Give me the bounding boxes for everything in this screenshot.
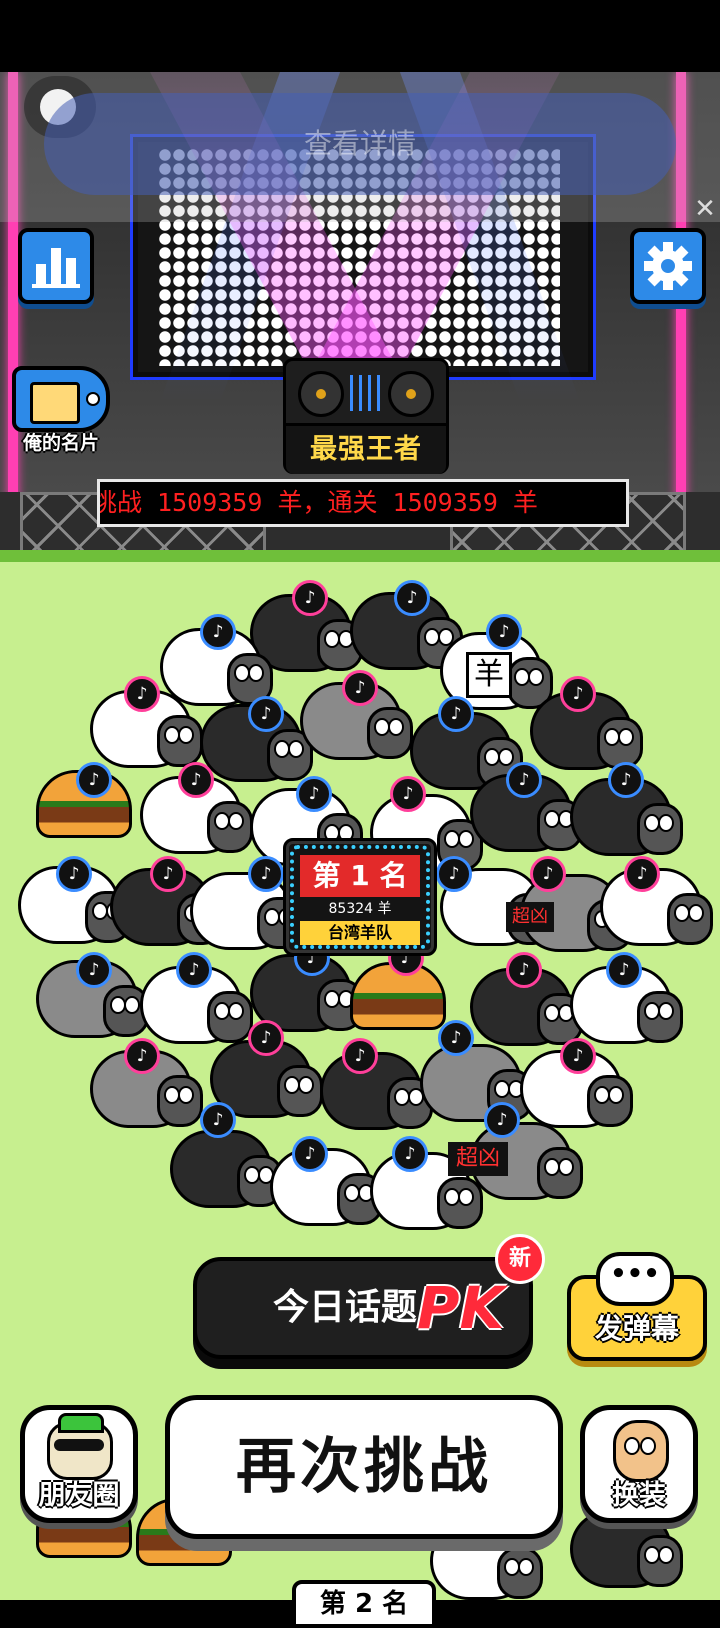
settings-button[interactable]	[630, 228, 706, 304]
send-danmu-label: 发弹幕	[594, 1312, 679, 1345]
chat-bubble-icon: •••	[596, 1252, 674, 1306]
view-details-button[interactable]: 查看详情	[44, 93, 676, 195]
tiktok-badge-icon: ♪	[292, 580, 328, 616]
tiktok-badge-icon: ♪	[506, 952, 542, 988]
tiktok-badge-icon: ♪	[342, 1038, 378, 1074]
tiktok-badge-icon: ♪	[124, 676, 160, 712]
tiktok-badge-icon: ♪	[56, 856, 92, 892]
rank-card[interactable]: 第 1 名 85324 羊 台湾羊队	[283, 838, 437, 956]
retry-label: 再次挑战	[236, 1432, 492, 1502]
bar-chart-icon	[32, 248, 80, 288]
tiktok-badge-icon: ♪	[150, 856, 186, 892]
dj-booth: 最强王者	[283, 358, 449, 474]
tiktok-badge-icon: ♪	[176, 952, 212, 988]
tiktok-badge-icon: ♪	[606, 952, 642, 988]
rank-2-card[interactable]: 第 2 名	[292, 1580, 436, 1628]
close-icon[interactable]: ✕	[692, 196, 718, 222]
super-fierce-sign: 超凶	[506, 902, 554, 932]
sheep	[170, 1130, 283, 1208]
tiktok-badge-icon: ♪	[124, 1038, 160, 1074]
moments-button[interactable]: 朋友圈	[20, 1405, 138, 1523]
tiktok-badge-icon: ♪	[438, 1020, 474, 1056]
moments-label: 朋友圈	[38, 1480, 120, 1511]
super-fierce-sign: 超凶	[448, 1142, 508, 1176]
new-badge: 新	[495, 1234, 545, 1284]
my-card-label: 俺的名片	[22, 432, 99, 454]
tiktok-badge-icon: ♪	[342, 670, 378, 706]
sheep-with-glasses-icon	[47, 1413, 113, 1480]
topic-pk-label: 今日话题	[272, 1287, 417, 1328]
tiktok-badge-icon: ♪	[248, 696, 284, 732]
turntable-icon	[388, 371, 434, 417]
tiktok-badge-icon: ♪	[624, 856, 660, 892]
tiktok-badge-icon: ♪	[392, 1136, 428, 1172]
tiktok-badge-icon: ♪	[436, 856, 472, 892]
tiktok-badge-icon: ♪	[296, 776, 332, 812]
rank-title: 第 1 名	[300, 855, 420, 897]
dress-up-button[interactable]: 换装	[580, 1405, 698, 1523]
tiktok-badge-icon: ♪	[560, 676, 596, 712]
retry-button[interactable]: 再次挑战	[165, 1395, 563, 1539]
tiktok-badge-icon: ♪	[486, 614, 522, 650]
tiktok-badge-icon: ♪	[530, 856, 566, 892]
tiktok-badge-icon: ♪	[76, 952, 112, 988]
sheep-sign: 羊	[466, 652, 512, 698]
mixer-sliders-icon	[350, 375, 380, 411]
dj-plate-label: 最强王者	[286, 423, 446, 474]
turntable-icon	[298, 371, 344, 417]
pk-mark: PK	[417, 1274, 505, 1342]
tiktok-badge-icon: ♪	[506, 762, 542, 798]
rank-score: 85324 羊	[328, 901, 392, 917]
tiktok-badge-icon: ♪	[608, 762, 644, 798]
tiktok-badge-icon: ♪	[248, 1020, 284, 1056]
topic-pk-button[interactable]: 今日话题 PK	[193, 1257, 533, 1359]
tiktok-badge-icon: ♪	[438, 696, 474, 732]
card-tag-icon	[12, 366, 110, 432]
grass-edge	[0, 550, 720, 562]
tiktok-badge-icon: ♪	[560, 1038, 596, 1074]
gear-icon	[644, 242, 692, 290]
tiktok-badge-icon: ♪	[200, 1102, 236, 1138]
tiktok-badge-icon: ♪	[178, 762, 214, 798]
tiktok-badge-icon: ♪	[76, 762, 112, 798]
score-ticker: 挑战 1509359 羊，通关 1509359 羊	[97, 479, 629, 527]
tiktok-badge-icon: ♪	[200, 614, 236, 650]
tag-hole	[86, 392, 100, 406]
tiktok-badge-icon: ♪	[390, 776, 426, 812]
tiktok-badge-icon: ♪	[292, 1136, 328, 1172]
my-card-button[interactable]: 俺的名片	[12, 366, 110, 464]
tiktok-badge-icon: ♪	[394, 580, 430, 616]
dress-up-label: 换装	[612, 1480, 666, 1511]
ticker-text: 挑战 1509359 羊，通关 1509359 羊	[97, 488, 538, 517]
document-icon	[30, 382, 80, 424]
tiktok-badge-icon: ♪	[484, 1102, 520, 1138]
stats-button[interactable]	[18, 228, 94, 304]
status-bar	[0, 0, 720, 72]
tiktok-badge-icon: ♪	[248, 856, 284, 892]
rank-team: 台湾羊队	[300, 921, 420, 945]
